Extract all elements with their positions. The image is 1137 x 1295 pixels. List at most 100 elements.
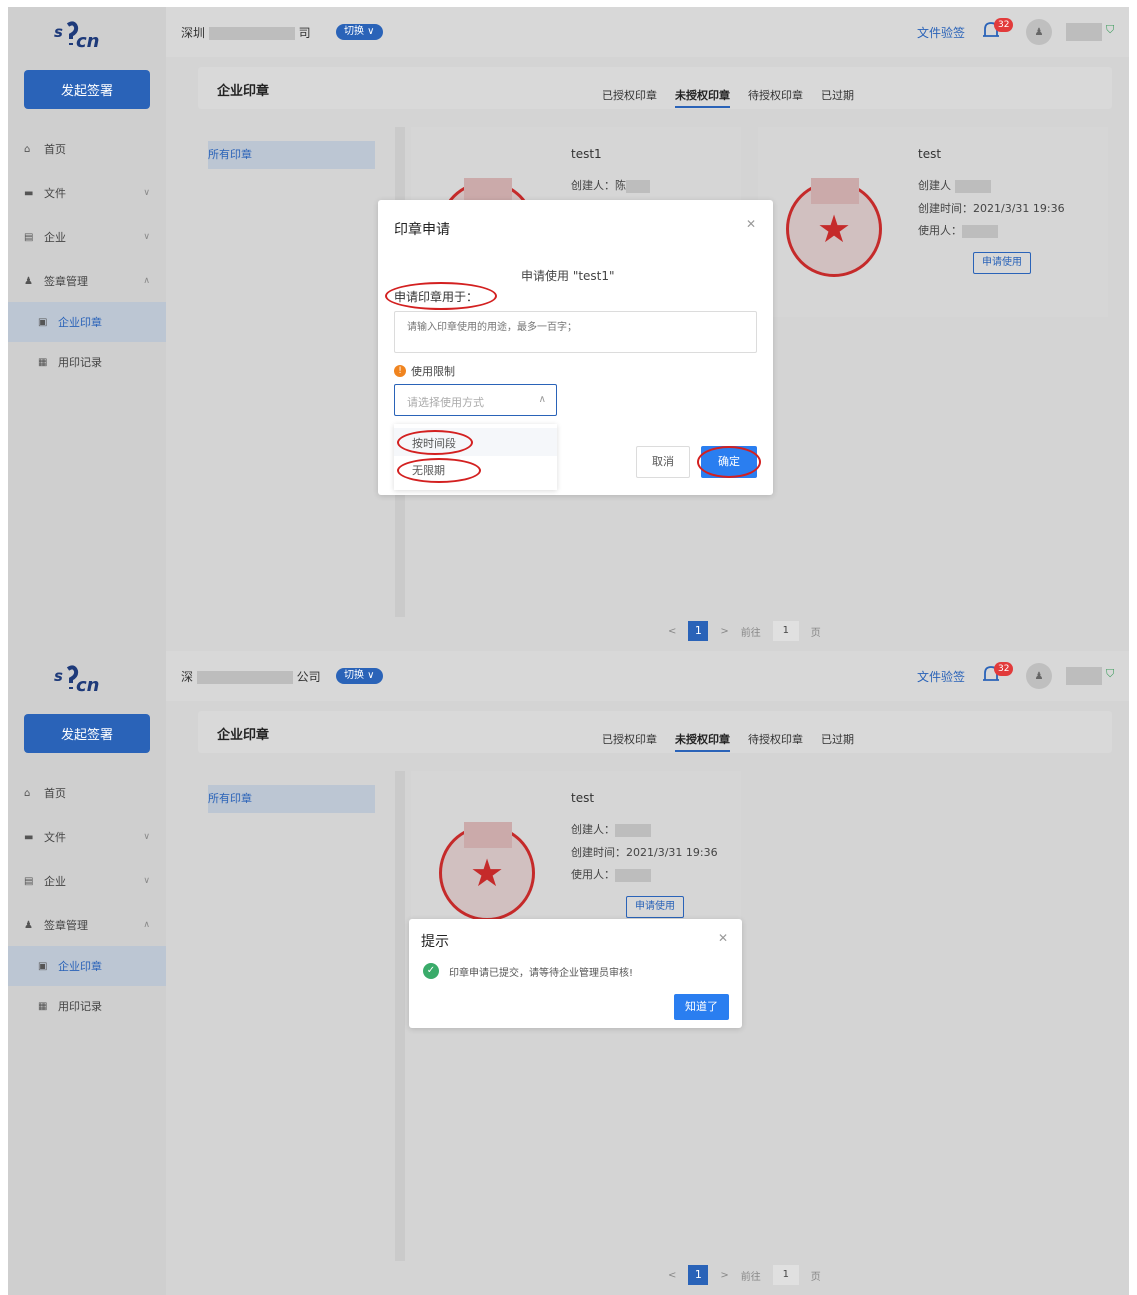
purpose-textarea[interactable]	[394, 311, 757, 353]
sidebar-item-label: 首页	[44, 787, 66, 800]
page-header: 企业印章 已授权印章 未授权印章 待授权印章 已过期	[198, 711, 1112, 753]
dialog-title: 印章申请	[394, 222, 450, 238]
page-number[interactable]: 1	[688, 621, 709, 641]
switch-company-button[interactable]: 切换 ∨	[336, 24, 383, 40]
cancel-button[interactable]: 取消	[636, 446, 690, 478]
success-icon: ✓	[423, 963, 439, 979]
start-signing-button[interactable]: 发起签署	[24, 714, 150, 753]
page-title: 企业印章	[217, 84, 270, 99]
highlight-ellipse	[397, 458, 481, 483]
notification-badge: 32	[994, 18, 1014, 32]
page-number[interactable]: 1	[688, 1265, 709, 1285]
sidebar-item-enterprise[interactable]: ▤ 企业 ∨	[8, 861, 166, 901]
tab-pending[interactable]: 待授权印章	[748, 87, 803, 108]
file-verify-link[interactable]: 文件验签	[917, 24, 965, 41]
close-icon[interactable]: ✕	[746, 217, 756, 231]
prev-page-button[interactable]: <	[668, 626, 676, 637]
goto-input[interactable]: 1	[772, 1265, 799, 1285]
redacted-block	[615, 823, 651, 837]
start-signing-button[interactable]: 发起签署	[24, 70, 150, 109]
username-redacted[interactable]	[1066, 23, 1102, 41]
sidebar-item-files[interactable]: ▬ 文件 ∨	[8, 173, 166, 213]
seal-card-title: test	[571, 791, 595, 805]
logo: s cn	[54, 665, 124, 697]
user-label: 使用人：	[918, 224, 962, 237]
redacted-block	[208, 27, 295, 40]
info-icon: !	[394, 365, 406, 377]
svg-text:cn: cn	[76, 31, 99, 52]
sidebar-item-home[interactable]: ⌂ 首页	[8, 129, 166, 169]
tab-unauthorized[interactable]: 未授权印章	[675, 87, 730, 108]
page-header: 企业印章 已授权印章 未授权印章 待授权印章 已过期	[198, 67, 1112, 109]
goto-input[interactable]: 1	[772, 621, 799, 641]
close-icon[interactable]: ✕	[718, 931, 728, 945]
creator-label: 创建人：	[571, 823, 615, 836]
sidebar: s cn 发起签署 ⌂ 首页 ▬ 文件 ∨ ▤ 企业 ∨ ♟ 签章管理 ∧ ▣ …	[8, 7, 166, 651]
company-name: 深圳 司	[181, 24, 311, 41]
sidebar-item-enterprise-seal[interactable]: ▣ 企业印章	[8, 302, 166, 342]
notice-dialog: 提示 ✕ ✓ 印章申请已提交，请等待企业管理员审核! 知道了	[409, 919, 742, 1028]
avatar[interactable]: ♟	[1026, 663, 1052, 689]
sidebar-item-enterprise[interactable]: ▤ 企业 ∨	[8, 217, 166, 257]
seal-card-user: 使用人：	[918, 222, 998, 238]
username-redacted[interactable]	[1066, 667, 1102, 685]
folder-icon: ▬	[24, 187, 34, 199]
avatar[interactable]: ♟	[1026, 19, 1052, 45]
sidebar-item-home[interactable]: ⌂ 首页	[8, 773, 166, 813]
next-page-button[interactable]: >	[720, 1270, 728, 1281]
page-suffix: 页	[810, 627, 821, 639]
usage-dropdown: 按时间段 无限期	[394, 424, 557, 490]
next-page-button[interactable]: >	[720, 626, 728, 637]
pagination: < 1 > 前往 1 页	[668, 1265, 821, 1285]
tab-authorized[interactable]: 已授权印章	[602, 87, 657, 108]
prev-page-button[interactable]: <	[668, 1270, 676, 1281]
sidebar-item-seal-records[interactable]: ▦ 用印记录	[8, 342, 166, 382]
tab-authorized[interactable]: 已授权印章	[602, 731, 657, 752]
sidebar-item-files[interactable]: ▬ 文件 ∨	[8, 817, 166, 857]
filter-all-seals[interactable]: 所有印章	[208, 785, 375, 813]
company-name-prefix: 深圳	[181, 26, 206, 40]
file-verify-link[interactable]: 文件验签	[917, 668, 965, 685]
highlight-ellipse	[397, 430, 473, 455]
sidebar-item-seal-records[interactable]: ▦ 用印记录	[8, 986, 166, 1026]
notice-message-row: ✓ 印章申请已提交，请等待企业管理员审核!	[423, 963, 633, 979]
goto-label: 前往	[740, 1271, 761, 1283]
redacted-block	[196, 671, 293, 684]
apply-use-button[interactable]: 申请使用	[626, 896, 684, 918]
switch-company-button[interactable]: 切换 ∨	[336, 668, 383, 684]
seal-image: ★	[439, 822, 535, 921]
tab-expired[interactable]: 已过期	[821, 731, 854, 752]
redacted-block	[626, 179, 650, 193]
app-screen-notice: s cn 发起签署 ⌂ 首页 ▬ 文件 ∨ ▤ 企业 ∨ ♟ 签章管理 ∧ ▣ …	[8, 651, 1129, 1295]
chevron-down-icon: ∨	[143, 876, 150, 886]
tab-expired[interactable]: 已过期	[821, 87, 854, 108]
stamp-icon: ▣	[38, 960, 48, 972]
usage-select[interactable]: 请选择使用方式 ∧	[394, 384, 557, 416]
sidebar-item-seal-management[interactable]: ♟ 签章管理 ∧	[8, 905, 166, 945]
home-icon: ⌂	[24, 787, 31, 799]
home-icon: ⌂	[24, 143, 31, 155]
chevron-down-icon: ∨	[143, 188, 150, 198]
sidebar-item-seal-management[interactable]: ♟ 签章管理 ∧	[8, 261, 166, 301]
creator-label: 创建人	[918, 179, 951, 192]
sidebar-item-label: 首页	[44, 143, 66, 156]
seal-card-created-time: 创建时间：2021/3/31 19:36	[918, 202, 1065, 215]
seal-card-user: 使用人：	[571, 866, 651, 882]
building-icon: ▤	[24, 231, 34, 243]
sidebar-item-enterprise-seal[interactable]: ▣ 企业印章	[8, 946, 166, 986]
redacted-block	[962, 224, 998, 238]
top-bar: 深圳 司 切换 ∨ 文件验签 32 ♟ ⛉	[166, 7, 1129, 57]
seal-card: ★ test 创建人 创建时间：2021/3/31 19:36 使用人： 申请使…	[758, 127, 1108, 317]
seal-manage-icon: ♟	[24, 919, 33, 931]
divider	[395, 771, 405, 1261]
folder-icon: ▬	[24, 831, 34, 843]
company-name-prefix: 深	[181, 670, 194, 684]
chevron-up-icon: ∧	[143, 920, 150, 930]
record-icon: ▦	[38, 1000, 48, 1012]
tab-pending[interactable]: 待授权印章	[748, 731, 803, 752]
tab-unauthorized[interactable]: 未授权印章	[675, 731, 730, 752]
filter-all-seals[interactable]: 所有印章	[208, 141, 375, 169]
sidebar-item-label: 企业	[44, 875, 66, 888]
apply-use-button[interactable]: 申请使用	[973, 252, 1031, 274]
ok-button[interactable]: 知道了	[674, 994, 729, 1020]
